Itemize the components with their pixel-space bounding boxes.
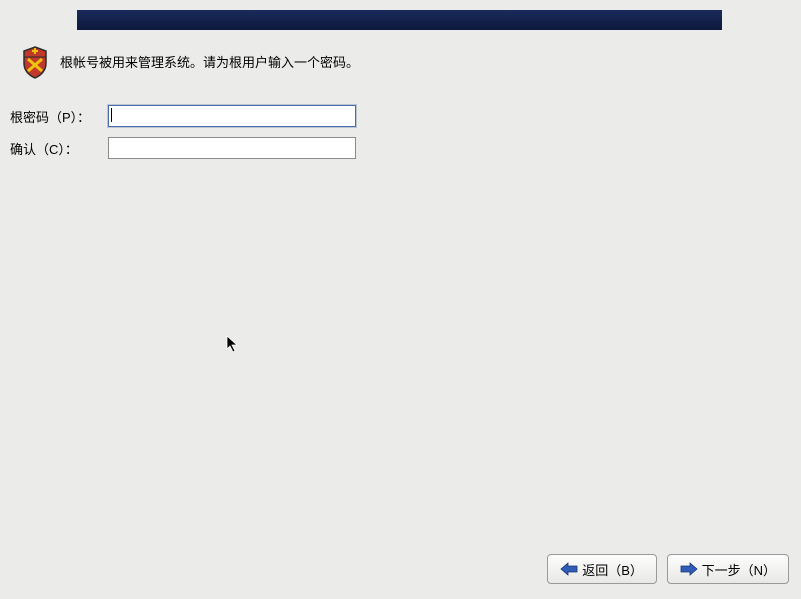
arrow-right-icon <box>680 562 698 576</box>
next-button-label: 下一步（N） <box>702 560 776 579</box>
confirm-label: 确认（C）： <box>10 139 108 158</box>
mouse-cursor <box>226 335 240 353</box>
header-bar <box>77 10 722 30</box>
confirm-password-input[interactable] <box>108 137 356 159</box>
arrow-left-icon <box>560 562 578 576</box>
back-button[interactable]: 返回（B） <box>547 554 657 584</box>
password-row: 根密码（P）： <box>10 105 356 127</box>
back-button-label: 返回（B） <box>582 560 643 579</box>
description-row: 根帐号被用来管理系统。请为根用户输入一个密码。 <box>20 45 359 80</box>
root-password-input[interactable] <box>108 105 356 127</box>
button-bar: 返回（B） 下一步（N） <box>547 554 789 584</box>
text-cursor <box>111 108 112 122</box>
next-button[interactable]: 下一步（N） <box>667 554 789 584</box>
description-text: 根帐号被用来管理系统。请为根用户输入一个密码。 <box>60 53 359 73</box>
password-label: 根密码（P）： <box>10 107 108 126</box>
confirm-row: 确认（C）： <box>10 137 356 159</box>
shield-icon <box>20 45 50 80</box>
password-form: 根密码（P）： 确认（C）： <box>10 105 356 169</box>
